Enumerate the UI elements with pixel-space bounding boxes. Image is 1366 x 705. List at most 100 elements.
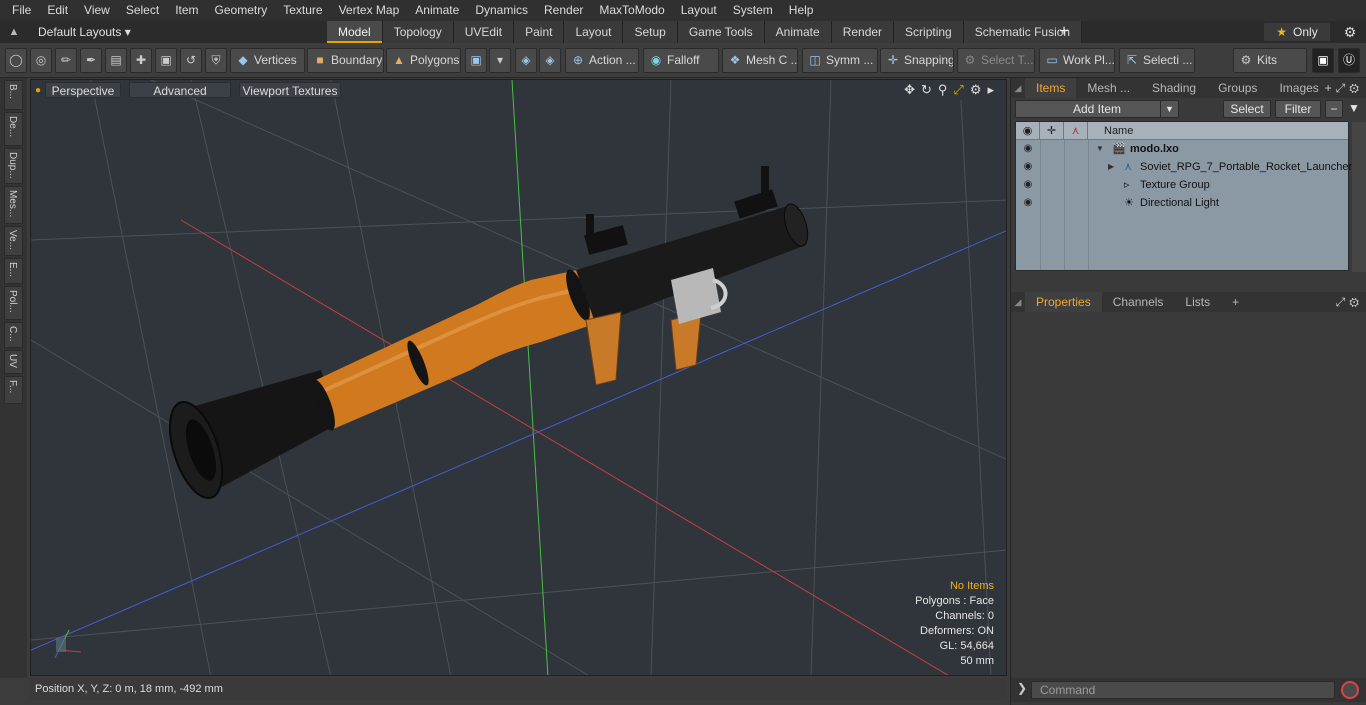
center-button[interactable]: ✚: [130, 48, 152, 73]
side-tab-mesh-edit[interactable]: Mes...: [4, 186, 23, 224]
globe-button[interactable]: ◎: [30, 48, 52, 73]
menu-select[interactable]: Select: [118, 0, 167, 21]
collapse-button[interactable]: −: [1325, 100, 1343, 118]
side-tab-edge[interactable]: E...: [4, 258, 23, 284]
list-item-directional-light[interactable]: ◉ ☀ Directional Light: [1016, 194, 1348, 212]
menu-render[interactable]: Render: [536, 0, 591, 21]
vertices-button[interactable]: ◆ Vertices: [230, 48, 305, 73]
type-column-icon[interactable]: ⋏: [1064, 122, 1088, 140]
side-tab-basic[interactable]: B...: [4, 80, 23, 110]
unity-button[interactable]: ▣: [1312, 48, 1334, 73]
tab-setup[interactable]: Setup: [623, 21, 678, 43]
add-properties-tab-button[interactable]: +: [1221, 292, 1250, 312]
side-tab-deform[interactable]: De...: [4, 112, 23, 146]
side-tab-uv[interactable]: UV: [4, 350, 23, 374]
gear-icon[interactable]: ⚙: [1340, 21, 1360, 43]
layout-select[interactable]: Default Layouts ▾: [28, 25, 138, 39]
eye-icon[interactable]: ◉: [1016, 140, 1040, 158]
menu-animate[interactable]: Animate: [407, 0, 467, 21]
menu-help[interactable]: Help: [781, 0, 822, 21]
chevron-down-icon[interactable]: ▼: [1160, 101, 1178, 117]
snap-b-button[interactable]: ◈: [539, 48, 561, 73]
maximize-icon[interactable]: ⤢: [953, 82, 963, 98]
tab-paint[interactable]: Paint: [514, 21, 565, 43]
align-button[interactable]: ▤: [105, 48, 127, 73]
menu-maxtomodo[interactable]: MaxToModo: [591, 0, 672, 21]
panel-menu-icon[interactable]: ◢: [1011, 83, 1025, 94]
tab-topology[interactable]: Topology: [382, 21, 454, 43]
tab-scripting[interactable]: Scripting: [894, 21, 964, 43]
menu-geometry[interactable]: Geometry: [207, 0, 276, 21]
menu-view[interactable]: View: [76, 0, 118, 21]
menu-edit[interactable]: Edit: [39, 0, 76, 21]
viewport-gear-icon[interactable]: ⚙: [970, 82, 982, 98]
funnel-button[interactable]: ▼: [1345, 100, 1363, 118]
viewport-menu-dot-icon[interactable]: ●: [31, 85, 45, 96]
menu-system[interactable]: System: [725, 0, 781, 21]
frame-button[interactable]: ▣: [155, 48, 177, 73]
zoom-icon[interactable]: ⚲: [938, 82, 948, 98]
side-tab-polygon[interactable]: Pol...: [4, 286, 23, 320]
tab-groups[interactable]: Groups: [1207, 78, 1268, 98]
command-input[interactable]: Command: [1031, 681, 1335, 699]
tab-layout[interactable]: Layout: [564, 21, 624, 43]
maximize-panel-icon[interactable]: ⤢: [1336, 295, 1350, 309]
tab-render[interactable]: Render: [831, 21, 895, 43]
panel-gear-icon[interactable]: ⚙: [1349, 81, 1363, 95]
item-mode-dropdown[interactable]: ▾: [489, 48, 511, 73]
command-history-icon[interactable]: ❯: [1017, 681, 1027, 695]
menu-vertex-map[interactable]: Vertex Map: [331, 0, 408, 21]
only-toggle[interactable]: ★ Only: [1264, 23, 1330, 41]
tab-images[interactable]: Images: [1268, 78, 1329, 98]
eye-icon[interactable]: ◉: [1016, 176, 1040, 194]
home-icon[interactable]: ▲: [0, 26, 28, 38]
select-button[interactable]: Select: [1223, 100, 1271, 118]
add-item-button[interactable]: Add Item ▼: [1015, 100, 1179, 118]
expand-triangle-icon[interactable]: ▼: [1096, 140, 1104, 158]
advanced-button[interactable]: Advanced: [129, 82, 231, 98]
expand-triangle-icon[interactable]: ▶: [1108, 158, 1114, 176]
snap-a-button[interactable]: ◈: [515, 48, 537, 73]
polygons-button[interactable]: ▲ Polygons: [386, 48, 461, 73]
add-panel-tab-icon[interactable]: +: [1325, 81, 1336, 95]
visibility-column-eye-icon[interactable]: ◉: [1016, 122, 1040, 140]
rotate-button[interactable]: ↺: [180, 48, 202, 73]
tab-uvedit[interactable]: UVEdit: [453, 21, 515, 43]
menu-layout[interactable]: Layout: [673, 0, 725, 21]
list-item-texture-group[interactable]: ◉ ▹ Texture Group: [1016, 176, 1348, 194]
pan-icon[interactable]: ✥: [904, 82, 915, 98]
tab-model[interactable]: Model: [327, 21, 383, 43]
orbit-icon[interactable]: ↻: [921, 82, 932, 98]
tab-properties[interactable]: Properties: [1025, 292, 1102, 312]
select-t-button[interactable]: ⚙ Select T...: [957, 48, 1035, 73]
menu-file[interactable]: File: [4, 0, 39, 21]
menu-item[interactable]: Item: [167, 0, 206, 21]
panel-gear-icon[interactable]: ⚙: [1349, 295, 1363, 309]
perspective-button[interactable]: Perspective: [45, 82, 121, 98]
tab-animate[interactable]: Animate: [764, 21, 832, 43]
lock-column-icon[interactable]: ✛: [1040, 122, 1064, 140]
side-tab-curve[interactable]: C...: [4, 322, 23, 348]
menu-dynamics[interactable]: Dynamics: [467, 0, 536, 21]
side-tab-duplicate[interactable]: Dup...: [4, 148, 23, 184]
mesh-c-button[interactable]: ❖ Mesh C ...: [722, 48, 798, 73]
maximize-panel-icon[interactable]: ⤢: [1336, 81, 1350, 95]
falloff-button[interactable]: ◉ Falloff: [643, 48, 719, 73]
pen-button[interactable]: ✏: [55, 48, 77, 73]
eye-icon[interactable]: ◉: [1016, 158, 1040, 176]
work-plane-button[interactable]: ▭ Work Pl...: [1039, 48, 1115, 73]
panel-menu-icon[interactable]: ◢: [1011, 297, 1025, 308]
menu-texture[interactable]: Texture: [275, 0, 330, 21]
list-item-mesh[interactable]: ◉ ▶ ⋏ Soviet_RPG_7_Portable_Rocket_Launc…: [1016, 158, 1353, 176]
brush-button[interactable]: ✒: [80, 48, 102, 73]
symmetry-button[interactable]: ◫ Symm ...: [802, 48, 878, 73]
tab-game-tools[interactable]: Game Tools: [677, 21, 765, 43]
add-tab-button[interactable]: +: [1056, 21, 1072, 43]
tab-channels[interactable]: Channels: [1102, 292, 1175, 312]
item-list-scrollbar[interactable]: [1352, 122, 1366, 272]
action-button[interactable]: ⊕ Action ...: [565, 48, 639, 73]
expand-arrow-icon[interactable]: ▸: [987, 82, 994, 98]
snapping-button[interactable]: ✛ Snapping: [880, 48, 954, 73]
filter-button[interactable]: Filter: [1275, 100, 1321, 118]
3d-viewport[interactable]: ● Perspective Advanced Viewport Textures…: [30, 79, 1007, 676]
